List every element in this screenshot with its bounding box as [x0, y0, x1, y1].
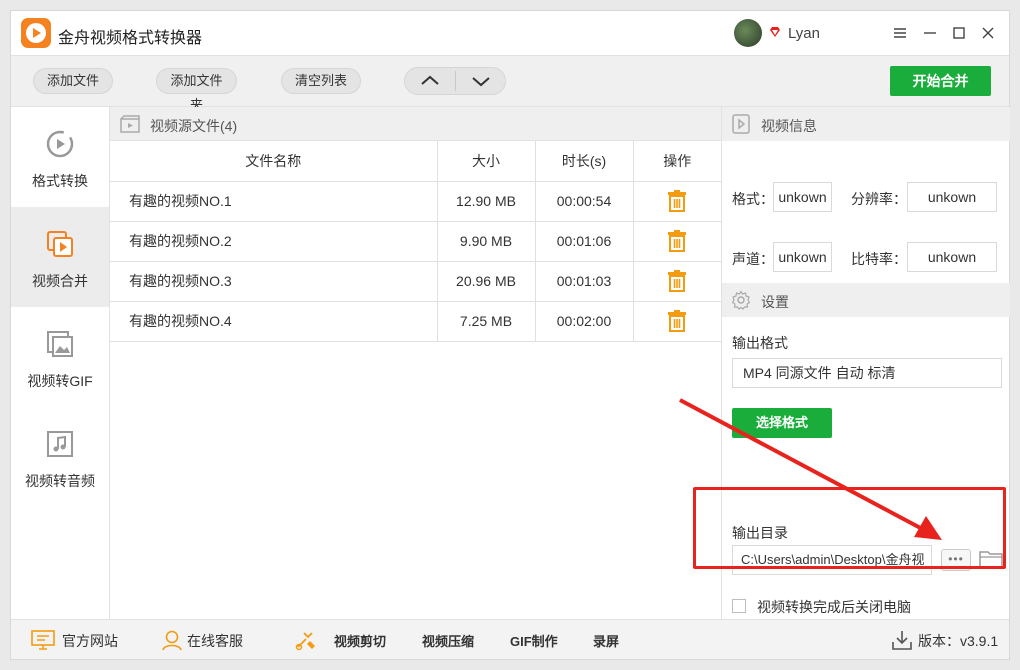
file-size: 7.25 MB: [437, 301, 536, 342]
clear-list-button[interactable]: 清空列表: [281, 68, 361, 94]
file-duration: 00:02:00: [535, 301, 634, 342]
file-size: 20.96 MB: [437, 261, 536, 302]
support-link[interactable]: 在线客服: [187, 631, 243, 651]
image-icon: [47, 331, 73, 357]
file-duration: 00:01:03: [535, 261, 634, 302]
move-up-button[interactable]: [405, 68, 455, 94]
sidebar-item-label: 视频合并: [32, 273, 88, 289]
column-header-action: 操作: [633, 141, 721, 182]
format-label: 格式：: [732, 191, 774, 207]
format-value: unkown: [773, 182, 832, 212]
annotation-highlight-box: [693, 487, 1006, 569]
video-merge-icon: [47, 231, 73, 257]
format-convert-icon: [46, 130, 74, 158]
chevron-down-icon: [472, 77, 490, 87]
settings-title: 设置: [761, 294, 789, 310]
menu-icon[interactable]: [890, 23, 910, 43]
file-name: 有趣的视频NO.1: [110, 181, 438, 222]
maximize-icon[interactable]: [949, 23, 969, 43]
version-label: 版本：v3.9.1: [918, 633, 999, 649]
file-table: 文件名称 大小 时长(s) 操作 有趣的视频NO.1 12.90 MB 00:0…: [110, 141, 721, 342]
minimize-icon[interactable]: [920, 23, 940, 43]
output-format-label: 输出格式: [732, 335, 788, 351]
resolution-label: 分辨率：: [851, 191, 907, 207]
monitor-icon: [31, 630, 55, 650]
video-compress-link[interactable]: 视频压缩: [422, 631, 474, 650]
file-duration: 00:00:54: [535, 181, 634, 222]
column-header-size[interactable]: 大小: [437, 141, 536, 182]
table-header-row: 文件名称 大小 时长(s) 操作: [110, 141, 721, 182]
bitrate-label: 比特率：: [851, 251, 907, 267]
file-list-title: 视频源文件(4): [150, 118, 238, 134]
video-cut-link[interactable]: 视频剪切: [334, 631, 386, 650]
vip-diamond-icon: [770, 27, 780, 37]
file-duration: 00:01:06: [535, 221, 634, 262]
gear-icon: [731, 290, 751, 310]
audio-channel-value: unkown: [773, 242, 832, 272]
resolution-value: unkown: [907, 182, 997, 212]
trash-icon[interactable]: [667, 230, 687, 252]
sidebar: 格式转换 视频合并 视频转GIF 视频转音频: [11, 107, 110, 619]
customer-service-icon: [162, 630, 182, 651]
file-list-header: 视频源文件(4): [110, 107, 721, 141]
delete-cell: [633, 261, 721, 302]
delete-cell: [633, 301, 721, 342]
sidebar-item-video-to-audio[interactable]: 视频转音频: [11, 407, 109, 507]
video-file-icon: [120, 115, 140, 133]
settings-header: 设置: [722, 283, 1010, 317]
move-down-button[interactable]: [456, 68, 506, 94]
column-header-name[interactable]: 文件名称: [110, 141, 438, 182]
file-list-panel: 视频源文件(4) 文件名称 大小 时长(s) 操作 有趣的视频NO.1 12.9…: [110, 107, 721, 619]
sidebar-item-label: 格式转换: [32, 173, 88, 189]
delete-cell: [633, 221, 721, 262]
table-row[interactable]: 有趣的视频NO.1 12.90 MB 00:00:54: [110, 181, 721, 222]
sidebar-item-video-to-gif[interactable]: 视频转GIF: [11, 307, 109, 407]
video-info-icon: [732, 114, 750, 134]
add-file-button[interactable]: 添加文件: [33, 68, 113, 94]
bottom-bar: 官方网站 在线客服 视频剪切 视频压缩 GIF制作 录屏 版本：v3.9.1: [11, 619, 1009, 659]
gif-make-link[interactable]: GIF制作: [510, 631, 558, 650]
column-header-duration[interactable]: 时长(s): [535, 141, 634, 182]
website-link[interactable]: 官方网站: [62, 631, 118, 651]
app-logo-icon: [21, 18, 51, 48]
user-avatar[interactable]: [734, 19, 762, 47]
choose-format-button[interactable]: 选择格式: [732, 408, 832, 438]
username[interactable]: Lyan: [788, 25, 820, 42]
video-info-header: 视频信息: [722, 107, 1010, 141]
file-name: 有趣的视频NO.2: [110, 221, 438, 262]
trash-icon[interactable]: [667, 310, 687, 332]
toolbar: 添加文件 添加文件夹 清空列表 开始合并: [11, 55, 1009, 112]
add-folder-button[interactable]: 添加文件夹: [156, 68, 237, 112]
music-note-icon: [47, 431, 73, 457]
table-row[interactable]: 有趣的视频NO.3 20.96 MB 00:01:03: [110, 261, 721, 302]
close-icon[interactable]: [978, 23, 998, 43]
sidebar-item-format-convert[interactable]: 格式转换: [11, 107, 109, 207]
file-size: 9.90 MB: [437, 221, 536, 262]
delete-cell: [633, 181, 721, 222]
tools-icon: [295, 632, 315, 651]
title-bar: 金舟视频格式转换器 Lyan: [11, 11, 1009, 55]
trash-icon[interactable]: [667, 270, 687, 292]
file-name: 有趣的视频NO.3: [110, 261, 438, 302]
table-row[interactable]: 有趣的视频NO.4 7.25 MB 00:02:00: [110, 301, 721, 342]
bitrate-value: unkown: [907, 242, 997, 272]
download-icon: [892, 631, 912, 650]
shutdown-label: 视频转换完成后关闭电脑: [757, 599, 911, 615]
audio-channel-label: 声道：: [732, 251, 774, 267]
output-format-field[interactable]: MP4 同源文件 自动 标清: [732, 358, 1002, 388]
sidebar-item-video-merge[interactable]: 视频合并: [11, 207, 109, 307]
move-buttons: [404, 67, 506, 95]
table-row[interactable]: 有趣的视频NO.2 9.90 MB 00:01:06: [110, 221, 721, 262]
screen-record-link[interactable]: 录屏: [593, 631, 619, 650]
chevron-up-icon: [421, 75, 439, 85]
sidebar-item-label: 视频转音频: [25, 473, 95, 489]
app-title: 金舟视频格式转换器: [58, 30, 203, 47]
video-info-title: 视频信息: [761, 118, 817, 134]
trash-icon[interactable]: [667, 190, 687, 212]
file-name: 有趣的视频NO.4: [110, 301, 438, 342]
shutdown-checkbox[interactable]: [732, 599, 746, 613]
start-merge-button[interactable]: 开始合并: [890, 66, 991, 96]
file-size: 12.90 MB: [437, 181, 536, 222]
sidebar-item-label: 视频转GIF: [27, 373, 93, 389]
